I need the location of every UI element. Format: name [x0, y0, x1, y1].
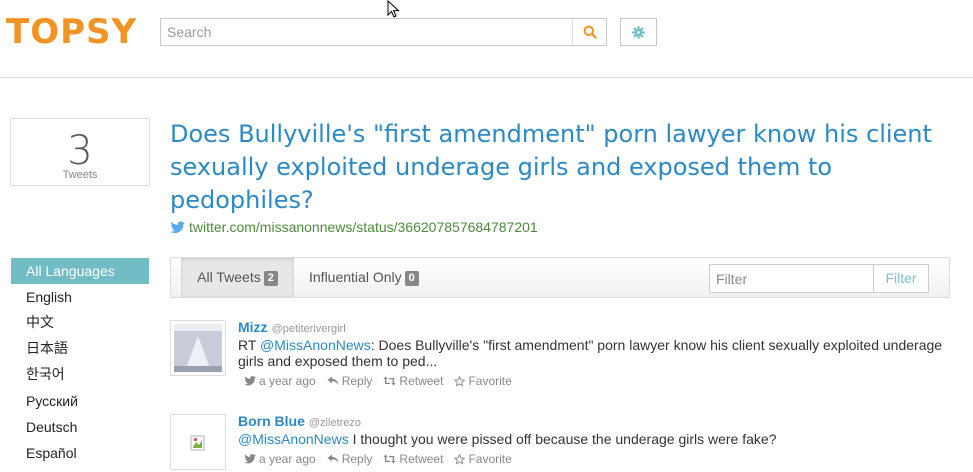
mouse-cursor-icon	[387, 0, 400, 18]
tweet-author-name[interactable]: Born Blue	[238, 413, 305, 429]
broken-image-icon	[174, 418, 222, 466]
avatar[interactable]	[170, 414, 226, 470]
tweet-content: I thought you were pissed off because th…	[348, 431, 777, 447]
language-item-all[interactable]: All Languages	[11, 258, 149, 284]
tab-influential-only[interactable]: Influential Only 0	[309, 258, 419, 297]
tweet-time: a year ago	[259, 374, 316, 388]
language-item-english[interactable]: English	[11, 284, 149, 310]
favorite-button[interactable]: Favorite	[454, 374, 512, 388]
tweet-actions: a year ago Reply Retweet Favorite	[238, 452, 958, 466]
retweet-icon	[383, 376, 396, 386]
tweet-author-name[interactable]: Mizz	[238, 319, 268, 335]
filter-button[interactable]: Filter	[873, 264, 929, 293]
tweet-count: 3	[67, 128, 93, 174]
language-item-german[interactable]: Deutsch	[11, 414, 149, 440]
retweet-button[interactable]: Retweet	[383, 452, 443, 466]
reply-icon	[327, 376, 339, 385]
gear-icon	[632, 25, 645, 39]
tab-all-tweets-count: 2	[263, 271, 278, 286]
source-link[interactable]: twitter.com/missanonnews/status/36620785…	[189, 219, 538, 235]
star-icon	[454, 453, 466, 465]
search-icon	[583, 25, 597, 39]
tweet-prefix: RT	[238, 337, 261, 353]
page-title[interactable]: Does Bullyville's "first amendment" porn…	[170, 118, 950, 217]
tweet-author-handle[interactable]: @petiterivergirl	[272, 323, 346, 335]
tab-all-tweets[interactable]: All Tweets 2	[181, 258, 294, 297]
twitter-bird-icon	[244, 376, 256, 386]
language-item-russian[interactable]: Русский	[11, 388, 149, 414]
tweet-header: Mizz @petiterivergirl	[238, 320, 958, 337]
reply-label: Reply	[341, 374, 373, 388]
search-input[interactable]	[161, 19, 571, 45]
tweet-tabs-bar: All Tweets 2 Influential Only 0 Filter	[170, 257, 950, 298]
favorite-label: Favorite	[468, 374, 512, 388]
tweet-time-link[interactable]: a year ago	[244, 452, 316, 466]
retweet-label: Retweet	[399, 374, 444, 388]
top-header: TOPSY	[0, 0, 973, 78]
reply-button[interactable]: Reply	[327, 374, 373, 388]
tweet-author-handle[interactable]: @ziletrezo	[309, 417, 361, 429]
tweet-actions: a year ago Reply Retweet Favorite	[238, 374, 958, 388]
favorite-button[interactable]: Favorite	[454, 452, 512, 466]
star-icon	[454, 375, 466, 387]
reply-button[interactable]: Reply	[327, 452, 373, 466]
avatar[interactable]	[170, 320, 226, 376]
tweet-body: Born Blue @ziletrezo @MissAnonNews I thou…	[238, 414, 958, 467]
language-list: All Languages English 中文 日本語 한국어 Русский…	[11, 258, 149, 466]
tab-influential-label: Influential Only	[309, 269, 402, 285]
tab-all-tweets-label: All Tweets	[197, 269, 261, 285]
tweet-header: Born Blue @ziletrezo	[238, 414, 958, 431]
tweet-mention[interactable]: @MissAnonNews	[260, 337, 371, 353]
language-item-japanese[interactable]: 日本語	[11, 336, 149, 362]
reply-icon	[327, 454, 339, 463]
tweet-count-box: 3 Tweets	[10, 118, 150, 186]
source-link-row: twitter.com/missanonnews/status/36620785…	[170, 219, 538, 235]
tweet-body: Mizz @petiterivergirl RT @MissAnonNews: D…	[238, 320, 958, 389]
search-button[interactable]	[572, 19, 606, 45]
avatar-image	[174, 324, 222, 372]
language-item-chinese[interactable]: 中文	[11, 310, 149, 336]
tweet-time-link[interactable]: a year ago	[244, 374, 316, 388]
favorite-label: Favorite	[468, 452, 512, 466]
twitter-bird-icon	[244, 454, 256, 464]
tab-influential-count: 0	[404, 271, 419, 286]
tweet-time: a year ago	[259, 452, 316, 466]
reply-label: Reply	[341, 452, 373, 466]
search-box	[160, 18, 607, 46]
retweet-icon	[383, 454, 396, 464]
tweet-count-label: Tweets	[62, 169, 98, 181]
tweet-text: @MissAnonNews I thought you were pissed …	[238, 431, 958, 447]
language-item-spanish[interactable]: Español	[11, 440, 149, 466]
filter-input[interactable]	[709, 264, 874, 293]
topsy-logo[interactable]: TOPSY	[6, 12, 137, 52]
tweet-mention[interactable]: @MissAnonNews	[238, 431, 349, 447]
retweet-button[interactable]: Retweet	[383, 374, 443, 388]
language-item-korean[interactable]: 한국어	[11, 362, 149, 388]
retweet-label: Retweet	[399, 452, 444, 466]
settings-button[interactable]	[620, 18, 657, 46]
twitter-bird-icon	[170, 220, 185, 233]
tweet-text: RT @MissAnonNews: Does Bullyville's "fir…	[238, 337, 958, 369]
